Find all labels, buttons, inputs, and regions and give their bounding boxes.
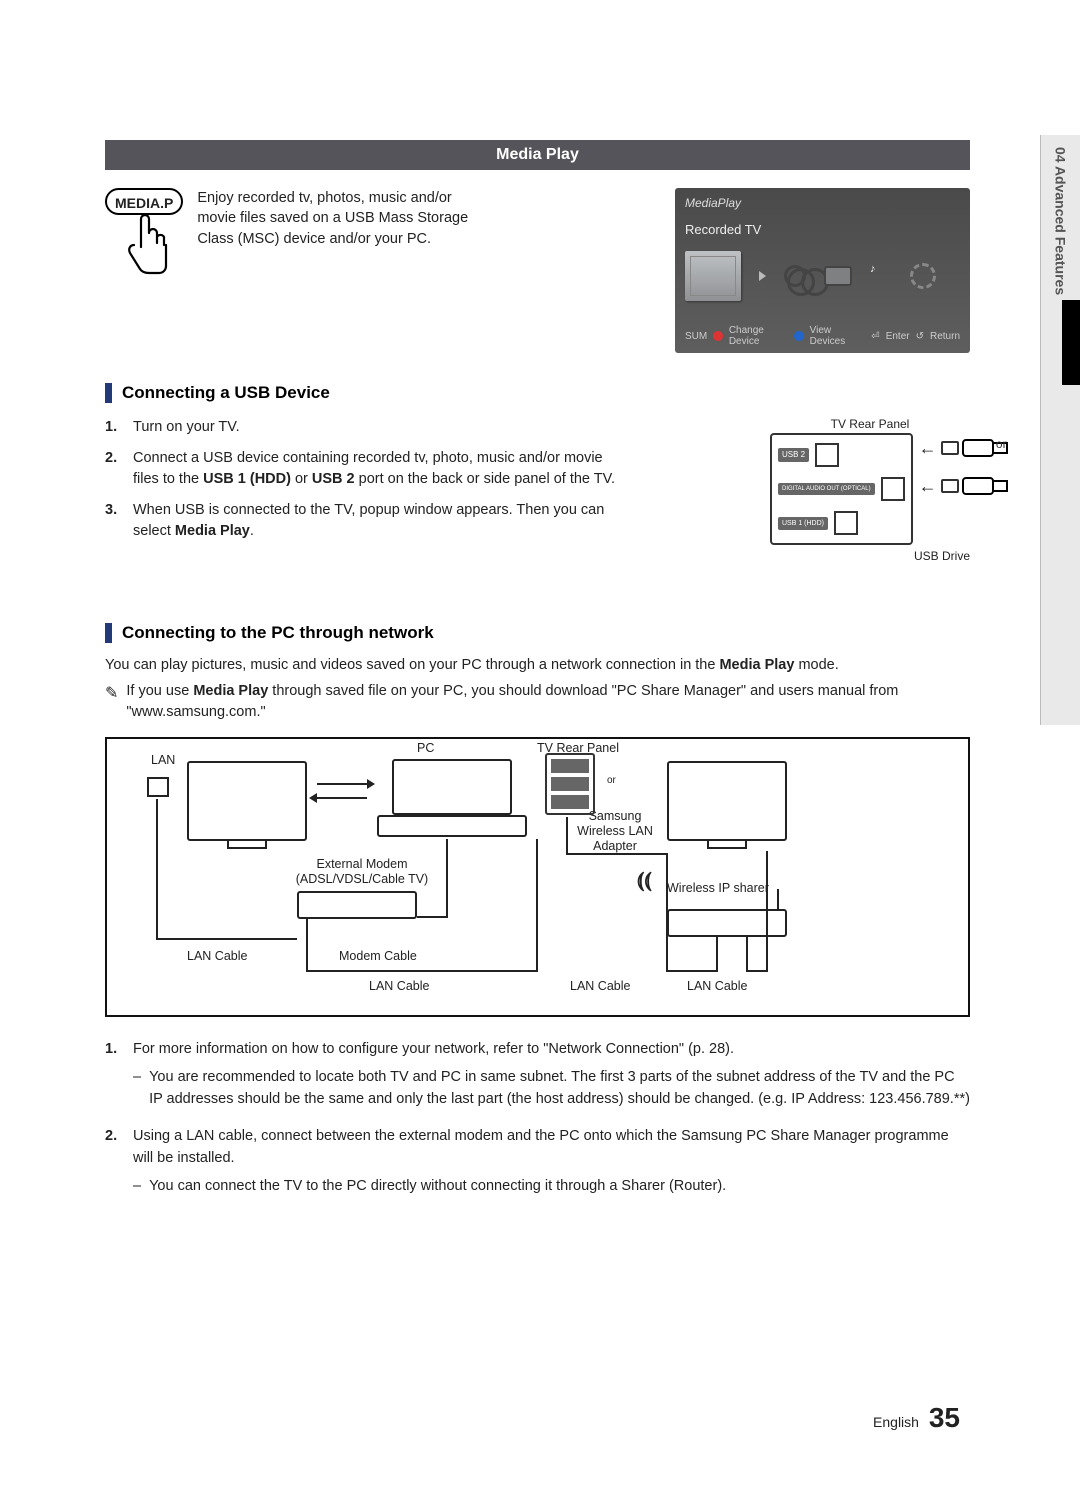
page-footer: English 35 xyxy=(873,1402,960,1434)
usb-steps: 1. Turn on your TV. 2. Connect a USB dev… xyxy=(105,417,625,552)
tv-foot-return: Return xyxy=(930,331,960,342)
cable-lines xyxy=(107,739,968,1015)
step-text: When USB is connected to the TV, popup w… xyxy=(133,500,625,542)
tv-foot-sum: SUM xyxy=(685,331,707,342)
network-diagram: LAN PC TV Rear Panel or Samsung Wireless… xyxy=(105,737,970,1017)
note-text: If you use Media Play through saved file… xyxy=(126,681,970,723)
section-banner: Media Play xyxy=(105,140,970,170)
rear-panel-figure: TV Rear Panel USB 2 DIGITAL AUDIO OUT (O… xyxy=(770,417,970,563)
tv-thumbnail-icon xyxy=(685,251,741,301)
film-reel-icon xyxy=(784,265,806,287)
tv-foot-change: Change Device xyxy=(729,325,795,347)
step-text: Turn on your TV. xyxy=(133,417,240,438)
tv-subtitle: Recorded TV xyxy=(685,222,960,237)
arrow-left-icon: ← xyxy=(919,438,937,459)
usb-drive-icon xyxy=(961,475,1011,497)
heading-usb: Connecting a USB Device xyxy=(105,383,970,403)
note-icon: ✎ xyxy=(105,682,118,723)
tv-foot-enter: Enter xyxy=(886,331,910,342)
intro-paragraph: Enjoy recorded tv, photos, music and/or … xyxy=(197,188,485,249)
chevron-right-icon xyxy=(759,271,766,281)
folder-icon xyxy=(824,266,852,286)
music-note-icon: ♪ xyxy=(870,263,892,289)
step-text: Connect a USB device containing recorded… xyxy=(133,448,625,490)
substep-text: You are recommended to locate both TV an… xyxy=(149,1067,970,1111)
arrow-left-icon: ← xyxy=(919,476,937,497)
step-num: 2. xyxy=(105,1126,123,1203)
side-chapter-text: 04 Advanced Features xyxy=(1053,147,1069,295)
gear-icon xyxy=(910,263,936,289)
banner-title: Media Play xyxy=(496,146,579,163)
step-num: 3. xyxy=(105,500,123,542)
blue-dot-icon xyxy=(794,331,803,341)
rear-panel-title: TV Rear Panel xyxy=(770,417,970,431)
enter-icon: ⏎ xyxy=(871,331,879,342)
usb-plug-icon xyxy=(941,441,959,455)
step-text: For more information on how to configure… xyxy=(133,1041,734,1057)
footer-page: 35 xyxy=(929,1402,960,1433)
port-icon xyxy=(834,511,858,535)
heading-network: Connecting to the PC through network xyxy=(105,623,970,643)
port-usb2-label: USB 2 xyxy=(778,448,809,462)
side-chapter-tab: 04 Advanced Features xyxy=(1040,135,1080,725)
step-num: 2. xyxy=(105,448,123,490)
network-intro: You can play pictures, music and videos … xyxy=(105,657,970,673)
port-optical-label: DIGITAL AUDIO OUT (OPTICAL) xyxy=(778,483,875,495)
tv-screenshot: MediaPlay Recorded TV ♪ SUM Change Devic… xyxy=(675,188,970,353)
tv-title: MediaPlay xyxy=(685,196,960,210)
port-icon xyxy=(881,477,905,501)
step-text: Using a LAN cable, connect between the e… xyxy=(133,1128,949,1166)
footer-lang: English xyxy=(873,1414,919,1430)
step-num: 1. xyxy=(105,417,123,438)
tv-foot-view: View Devices xyxy=(810,325,866,347)
return-icon: ↺ xyxy=(916,331,924,342)
step-num: 1. xyxy=(105,1039,123,1116)
hand-press-icon xyxy=(119,211,169,281)
substep-text: You can connect the TV to the PC directl… xyxy=(149,1176,726,1198)
side-chapter-marker xyxy=(1062,300,1080,385)
port-usb1-label: USB 1 (HDD) xyxy=(778,517,828,530)
note-row: ✎ If you use Media Play through saved fi… xyxy=(105,681,970,723)
remote-button-mediap: MEDIA.P xyxy=(105,188,183,281)
network-steps: 1. For more information on how to config… xyxy=(105,1039,970,1204)
red-dot-icon xyxy=(713,331,723,341)
port-icon xyxy=(815,443,839,467)
usb-plug-icon xyxy=(941,479,959,493)
usb-drive-label: USB Drive xyxy=(770,549,970,563)
